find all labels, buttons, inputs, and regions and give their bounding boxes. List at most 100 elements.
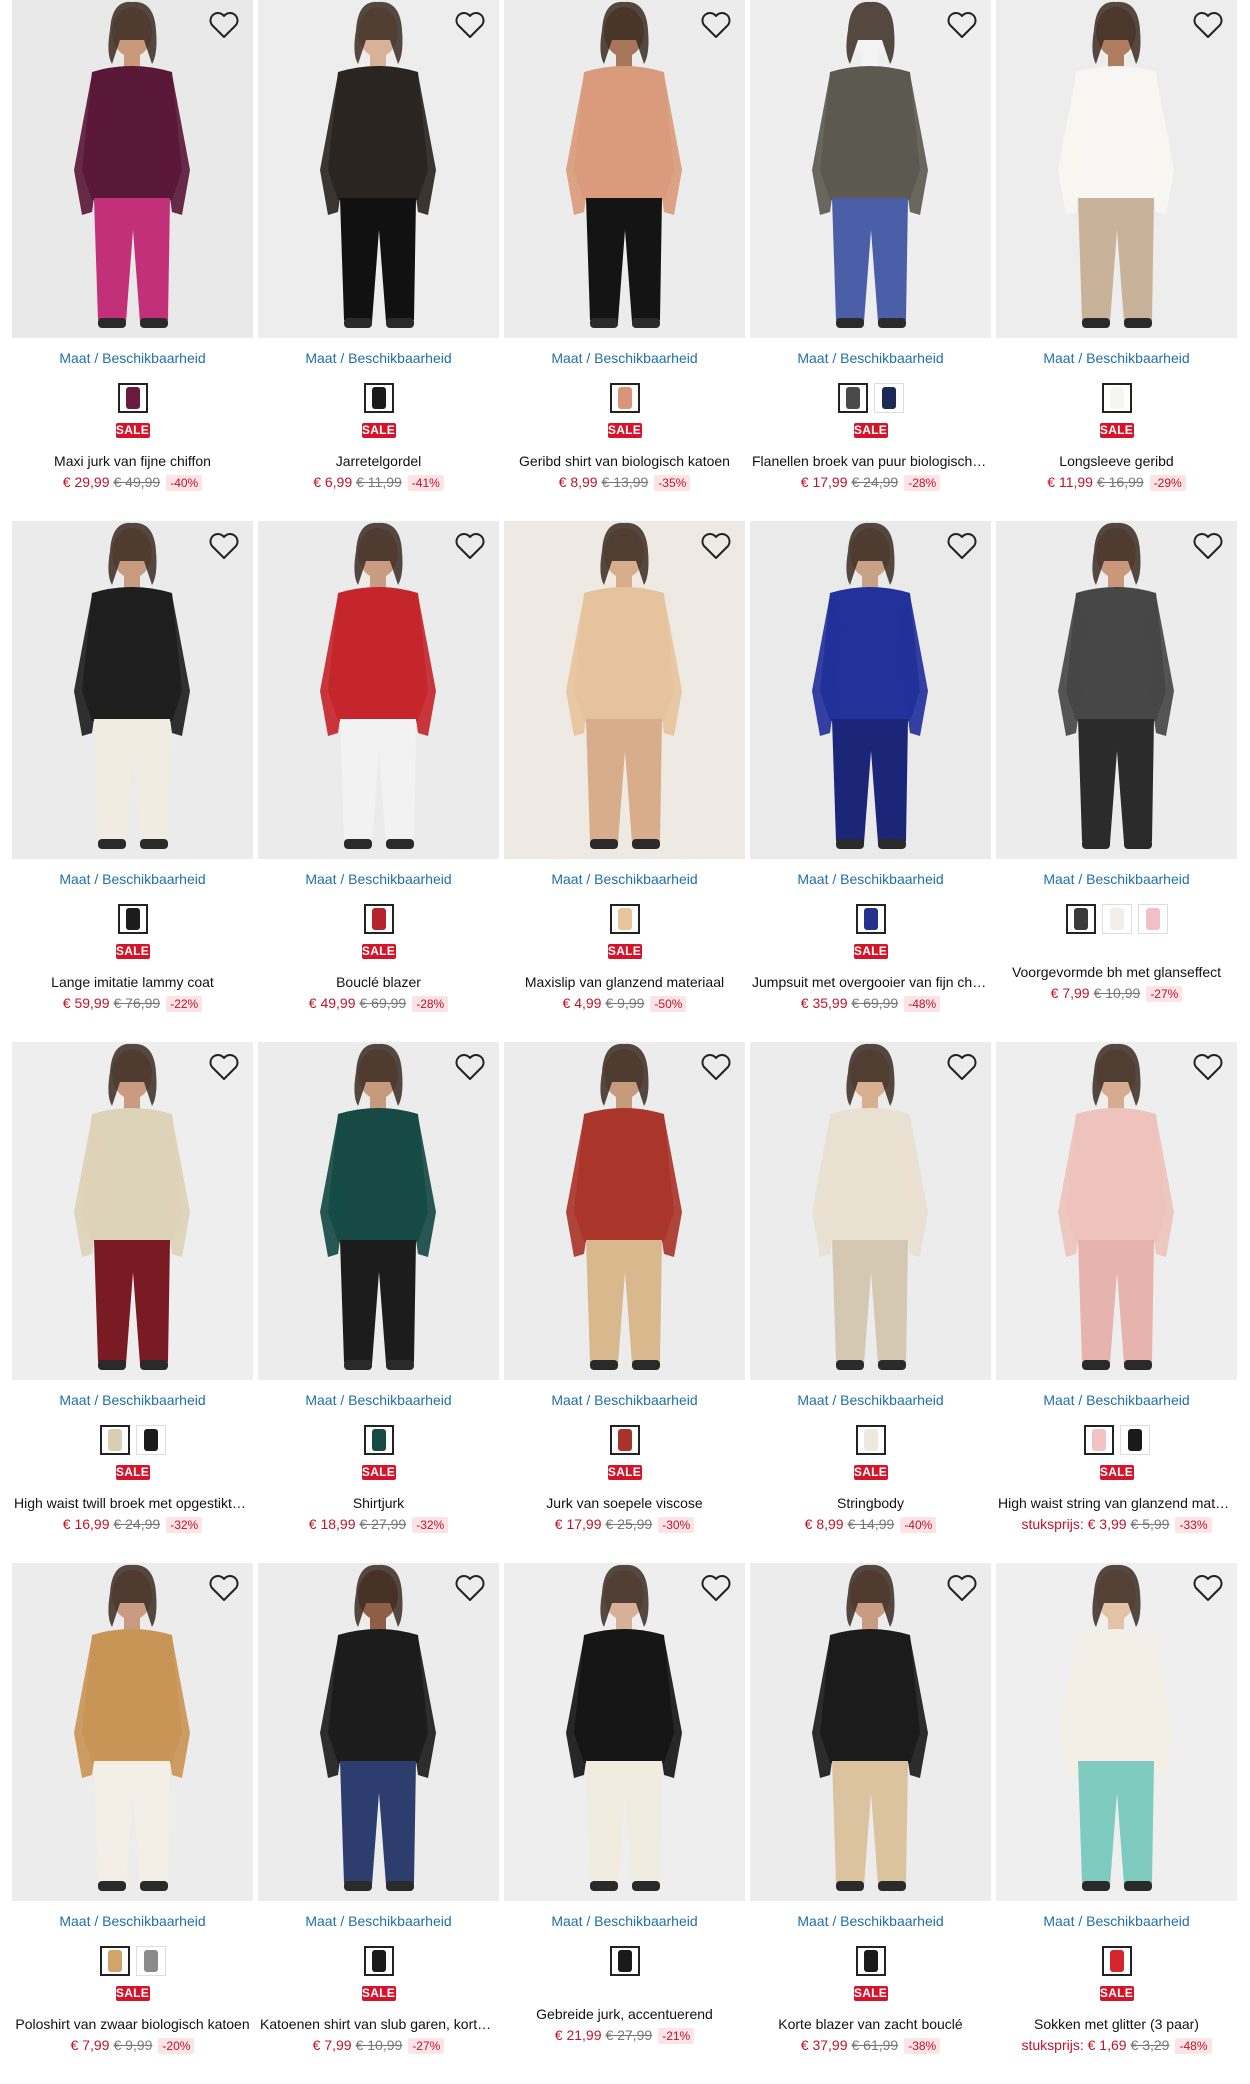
wishlist-button[interactable] [1191,1573,1225,1603]
product-name[interactable]: Geribd shirt van biologisch katoen [504,452,745,470]
color-swatch[interactable] [117,904,148,934]
color-swatch[interactable] [1101,904,1132,934]
product-image[interactable] [258,0,499,338]
color-swatch[interactable] [855,1425,886,1455]
product-image[interactable] [504,1042,745,1380]
product-card[interactable]: Maat / Beschikbaarheid SALE Jumpsuit met o… [750,521,991,1042]
color-swatch[interactable] [609,1425,640,1455]
size-availability-link[interactable]: Maat / Beschikbaarheid [504,870,745,888]
color-swatch[interactable] [99,1425,130,1455]
wishlist-button[interactable] [207,1052,241,1082]
product-card[interactable]: Maat / Beschikbaarheid SALE Longsleeve ger… [996,0,1237,521]
wishlist-button[interactable] [699,1052,733,1082]
product-card[interactable]: Maat / Beschikbaarheid SALE Maxislip van g… [504,521,745,1042]
color-swatch[interactable] [1119,1425,1150,1455]
wishlist-button[interactable] [453,1052,487,1082]
product-card[interactable]: Maat / Beschikbaarheid SALE Jurk van soepe… [504,1042,745,1563]
wishlist-button[interactable] [1191,10,1225,40]
product-card[interactable]: Maat / Beschikbaarheid SALE Geribd shirt v… [504,0,745,521]
product-name[interactable]: Poloshirt van zwaar biologisch katoen [12,2015,253,2033]
size-availability-link[interactable]: Maat / Beschikbaarheid [12,1912,253,1930]
size-availability-link[interactable]: Maat / Beschikbaarheid [750,1912,991,1930]
product-image[interactable] [12,1042,253,1380]
wishlist-button[interactable] [453,1573,487,1603]
product-card[interactable]: Maat / Beschikbaarheid SALE Sokken met gli… [996,1563,1237,2084]
wishlist-button[interactable] [207,1573,241,1603]
product-card[interactable]: Maat / Beschikbaarheid SALE Maxi jurk van … [12,0,253,521]
product-name[interactable]: High waist twill broek met opgestikte za… [12,1494,253,1512]
product-image[interactable] [12,0,253,338]
size-availability-link[interactable]: Maat / Beschikbaarheid [750,349,991,367]
size-availability-link[interactable]: Maat / Beschikbaarheid [504,1912,745,1930]
product-image[interactable] [258,521,499,859]
product-card[interactable]: Maat / Beschikbaarheid SALE Stringbody € 8,… [750,1042,991,1563]
wishlist-button[interactable] [207,10,241,40]
product-image[interactable] [996,521,1237,859]
wishlist-button[interactable] [945,1573,979,1603]
color-swatch[interactable] [1137,904,1168,934]
color-swatch[interactable] [135,1946,166,1976]
wishlist-button[interactable] [945,10,979,40]
color-swatch[interactable] [609,383,640,413]
product-name[interactable]: Korte blazer van zacht bouclé [750,2015,991,2033]
product-card[interactable]: Maat / Beschikbaarheid SALE Shirtjurk € 18,… [258,1042,499,1563]
product-name[interactable]: Jurk van soepele viscose [504,1494,745,1512]
size-availability-link[interactable]: Maat / Beschikbaarheid [996,349,1237,367]
color-swatch[interactable] [1101,383,1132,413]
size-availability-link[interactable]: Maat / Beschikbaarheid [258,870,499,888]
size-availability-link[interactable]: Maat / Beschikbaarheid [996,870,1237,888]
size-availability-link[interactable]: Maat / Beschikbaarheid [12,1391,253,1409]
product-card[interactable]: Maat / Beschikbaarheid SALE Katoenen shirt… [258,1563,499,2084]
color-swatch[interactable] [1101,1946,1132,1976]
product-name[interactable]: Maxi jurk van fijne chiffon [12,452,253,470]
size-availability-link[interactable]: Maat / Beschikbaarheid [258,1391,499,1409]
size-availability-link[interactable]: Maat / Beschikbaarheid [996,1912,1237,1930]
color-swatch[interactable] [363,1946,394,1976]
product-image[interactable] [504,521,745,859]
color-swatch[interactable] [363,904,394,934]
wishlist-button[interactable] [1191,531,1225,561]
color-swatch[interactable] [873,383,904,413]
wishlist-button[interactable] [1191,1052,1225,1082]
product-card[interactable]: Maat / Beschikbaarheid SALE Flanellen broe… [750,0,991,521]
color-swatch[interactable] [363,383,394,413]
color-swatch[interactable] [117,383,148,413]
product-name[interactable]: High waist string van glanzend materiaal… [996,1494,1237,1512]
product-name[interactable]: Shirtjurk [258,1494,499,1512]
size-availability-link[interactable]: Maat / Beschikbaarheid [750,1391,991,1409]
size-availability-link[interactable]: Maat / Beschikbaarheid [258,1912,499,1930]
product-card[interactable]: Maat / Beschikbaarheid SALE Poloshirt van … [12,1563,253,2084]
wishlist-button[interactable] [207,531,241,561]
color-swatch[interactable] [1065,904,1096,934]
size-availability-link[interactable]: Maat / Beschikbaarheid [750,870,991,888]
size-availability-link[interactable]: Maat / Beschikbaarheid [504,1391,745,1409]
product-name[interactable]: Sokken met glitter (3 paar) [996,2015,1237,2033]
product-image[interactable] [258,1563,499,1901]
product-name[interactable]: Longsleeve geribd [996,452,1237,470]
size-availability-link[interactable]: Maat / Beschikbaarheid [12,349,253,367]
product-card[interactable]: Maat / Beschikbaarheid SALE Jarretelgordel… [258,0,499,521]
product-image[interactable] [750,521,991,859]
size-availability-link[interactable]: Maat / Beschikbaarheid [258,349,499,367]
wishlist-button[interactable] [945,531,979,561]
wishlist-button[interactable] [453,10,487,40]
product-name[interactable]: Flanellen broek van puur biologisch kato… [750,452,991,470]
wishlist-button[interactable] [945,1052,979,1082]
product-image[interactable] [750,1563,991,1901]
product-image[interactable] [12,521,253,859]
product-name[interactable]: Lange imitatie lammy coat [12,973,253,991]
product-image[interactable] [996,0,1237,338]
product-image[interactable] [750,1042,991,1380]
product-card[interactable]: Maat / Beschikbaarheid Gebreide jurk, acc… [504,1563,745,2084]
product-card[interactable]: Maat / Beschikbaarheid SALE High waist str… [996,1042,1237,1563]
color-swatch[interactable] [135,1425,166,1455]
product-image[interactable] [504,1563,745,1901]
color-swatch[interactable] [855,904,886,934]
size-availability-link[interactable]: Maat / Beschikbaarheid [996,1391,1237,1409]
color-swatch[interactable] [609,904,640,934]
product-card[interactable]: Maat / Beschikbaarheid SALE Korte blazer v… [750,1563,991,2084]
product-name[interactable]: Stringbody [750,1494,991,1512]
product-image[interactable] [258,1042,499,1380]
color-swatch[interactable] [609,1946,640,1976]
color-swatch[interactable] [1083,1425,1114,1455]
